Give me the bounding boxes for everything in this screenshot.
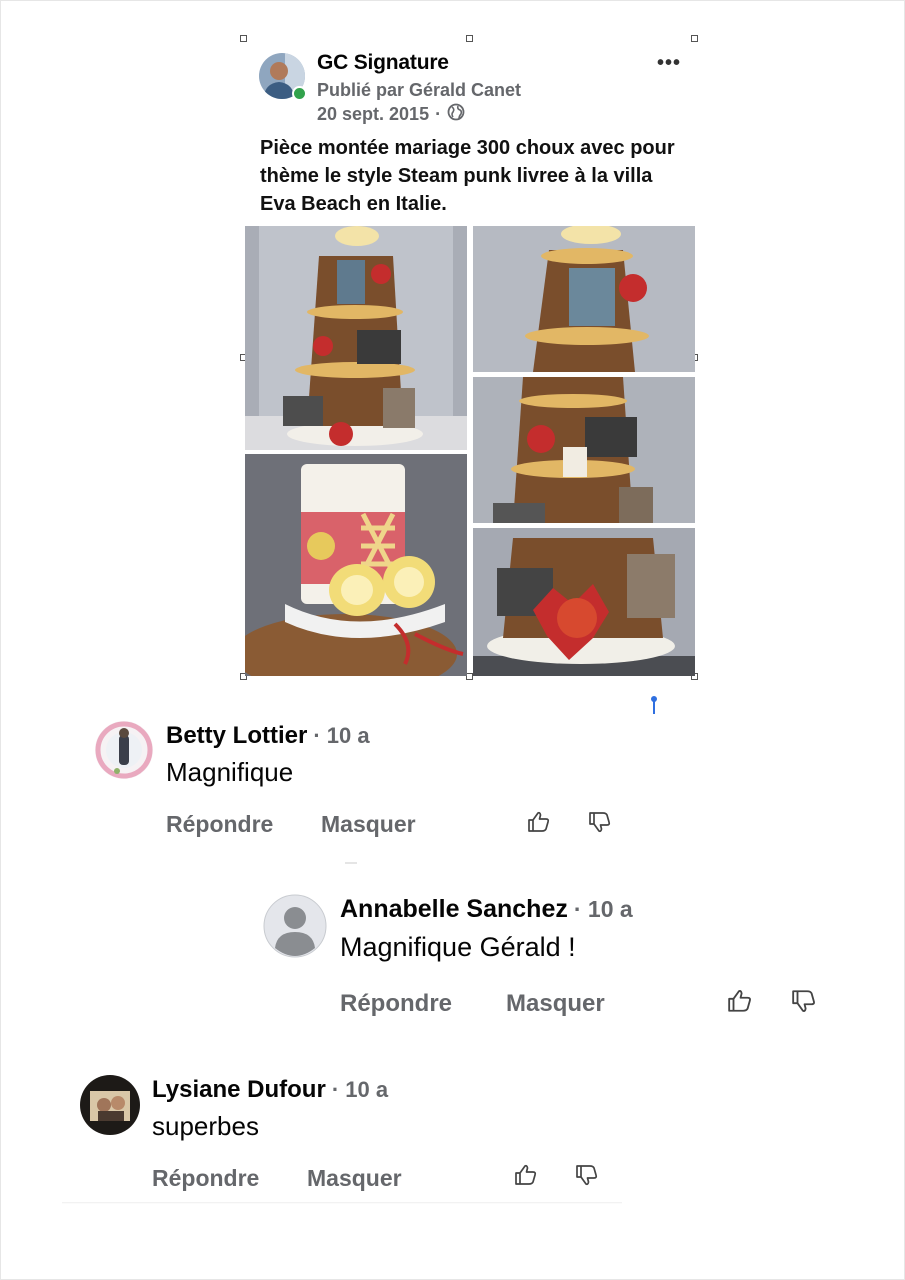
comment-avatar[interactable] — [95, 721, 153, 779]
reply-button[interactable]: Répondre — [152, 1165, 259, 1192]
hide-button[interactable]: Masquer — [321, 811, 416, 838]
comment-avatar[interactable] — [263, 894, 327, 958]
resize-handle-top-left[interactable] — [240, 35, 247, 42]
comment-time[interactable]: · 10 a — [574, 896, 633, 923]
author-name[interactable]: Betty Lottier — [166, 722, 307, 750]
post-photo-3[interactable] — [473, 226, 695, 372]
post-photo-5[interactable] — [473, 528, 695, 676]
bottom-divider — [62, 1202, 622, 1204]
post-photo-1[interactable] — [245, 226, 467, 450]
reply-button[interactable]: Répondre — [340, 990, 452, 1018]
thumbs-up-icon[interactable] — [727, 988, 753, 1019]
resize-handle-bottom[interactable] — [466, 673, 473, 680]
post-photo-2[interactable] — [245, 454, 467, 676]
thumbs-down-icon[interactable] — [791, 988, 817, 1019]
online-status-dot — [292, 86, 307, 101]
page-name[interactable]: GC Signature — [317, 51, 449, 75]
comment-text: superbes — [152, 1111, 259, 1141]
comment-time[interactable]: · 10 a — [332, 1077, 388, 1103]
author-name[interactable]: Annabelle Sanchez — [340, 895, 568, 924]
globe-icon — [447, 103, 465, 126]
reply-button[interactable]: Répondre — [166, 811, 273, 838]
meta-separator: · — [435, 104, 442, 124]
comment-text: Magnifique Gérald ! — [340, 932, 576, 962]
post-date[interactable]: 20 sept. 2015 — [317, 104, 429, 125]
divider-mark — [345, 862, 357, 864]
hide-button[interactable]: Masquer — [307, 1165, 402, 1192]
post-text: Pièce montée mariage 300 choux avec pour… — [260, 137, 675, 215]
hide-button[interactable]: Masquer — [506, 990, 605, 1018]
resize-handle-top-right[interactable] — [691, 35, 698, 42]
thumbs-down-icon[interactable] — [588, 810, 612, 839]
thumbs-down-icon[interactable] — [575, 1163, 599, 1192]
post-photo-4[interactable] — [473, 377, 695, 523]
comment-avatar[interactable] — [80, 1075, 140, 1135]
published-by[interactable]: Publié par Gérald Canet — [317, 80, 521, 101]
more-options-button[interactable]: ••• — [657, 52, 681, 75]
location-marker-stem — [653, 700, 655, 714]
thumbs-up-icon[interactable] — [514, 1163, 538, 1192]
resize-handle-top[interactable] — [466, 35, 473, 42]
comment-author: Betty Lottier · 10 a — [166, 722, 370, 750]
thumbs-up-icon[interactable] — [527, 810, 551, 839]
author-name[interactable]: Lysiane Dufour — [152, 1076, 326, 1104]
comment-text: Magnifique — [166, 757, 294, 787]
post-meta: 20 sept. 2015 · — [317, 103, 465, 126]
comment-time[interactable]: · 10 a — [313, 723, 369, 749]
comment-author: Annabelle Sanchez · 10 a — [340, 895, 633, 924]
comment-author: Lysiane Dufour · 10 a — [152, 1076, 388, 1104]
